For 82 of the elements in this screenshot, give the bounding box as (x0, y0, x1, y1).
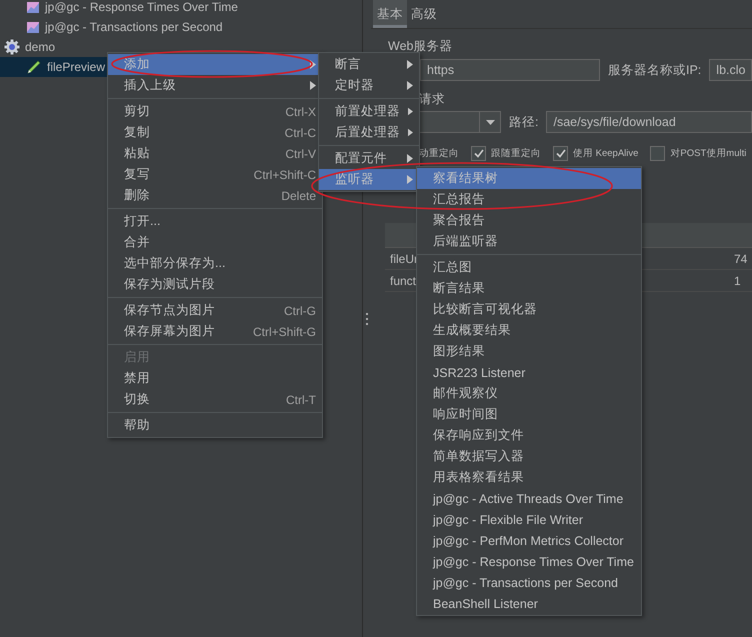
tree-item-label: demo (4, 39, 56, 55)
menu-item[interactable]: 剪切 Ctrl-X (108, 101, 322, 122)
checkbox-label: 跟随重定向 (491, 146, 541, 160)
checkmark-icon (474, 148, 484, 158)
table-cell-text: fileUr (389, 252, 420, 266)
tree-item-label: jp@gc - Transactions per Second (26, 20, 223, 34)
checkbox-label: 使用 KeepAlive (573, 146, 638, 160)
pencil-icon (26, 59, 42, 75)
menu-item[interactable]: 断言 (319, 54, 419, 75)
tree-row[interactable]: jp@gc - Response Times Over Time (0, 0, 362, 17)
tab[interactable]: 基本 (373, 0, 407, 28)
tree-row[interactable]: jp@gc - Transactions per Second (0, 17, 362, 37)
menu-item[interactable]: JSR223 Listener (417, 362, 641, 383)
menu-item[interactable]: 邮件观察仪 (417, 383, 641, 404)
menu-item[interactable]: 删除 Delete (108, 185, 322, 206)
menu-item[interactable]: 图形结果 (417, 341, 641, 362)
protocol-field[interactable]: https (420, 59, 600, 81)
submenu-arrow-icon (408, 107, 413, 116)
submenu-arrow-icon (310, 60, 316, 69)
checkbox[interactable] (553, 146, 568, 160)
checkbox[interactable] (650, 146, 666, 160)
table-cell-text: 1 (733, 274, 742, 288)
dropdown-caret-icon (486, 120, 494, 124)
splitter-grip-icon[interactable] (365, 312, 369, 326)
menu-item[interactable]: jp@gc - Active Threads Over Time (417, 488, 641, 509)
section-title: 请求 (419, 91, 445, 108)
chart-icon (26, 0, 40, 14)
menu-item[interactable]: 复制 Ctrl-C (108, 122, 322, 143)
menu-item[interactable]: jp@gc - Flexible File Writer (417, 509, 641, 530)
menu-item[interactable]: 用表格察看结果 (417, 467, 641, 488)
menu-item[interactable]: jp@gc - Response Times Over Time (417, 551, 641, 572)
submenu-arrow-icon (407, 154, 413, 163)
menu-item[interactable]: 聚合报告 (417, 210, 641, 231)
menu-item[interactable]: 保存屏幕为图片 Ctrl+Shift-G (108, 321, 322, 342)
field-label: 服务器名称或IP: (608, 62, 702, 78)
server-field[interactable]: lb.clo (709, 59, 752, 81)
tree-item-label: jp@gc - Response Times Over Time (26, 0, 238, 14)
tree-item-label: filePreview (26, 59, 106, 75)
menu-item[interactable]: 打开... (108, 211, 322, 232)
table-cell-text: 74 (733, 252, 748, 266)
menu-item[interactable]: 前置处理器 (319, 101, 419, 122)
checkmark-icon (556, 148, 566, 158)
menu-item[interactable]: 选中部分保存为... (108, 253, 322, 274)
submenu-arrow-icon (407, 60, 413, 69)
menu-item[interactable]: BeanShell Listener (417, 593, 641, 614)
menu-item[interactable]: 断言结果 (417, 278, 641, 299)
tab[interactable]: 高级 (407, 0, 441, 28)
menu-item[interactable]: 定时器 (319, 75, 419, 96)
gear-icon (4, 39, 20, 55)
menu-item[interactable]: 帮助 (108, 415, 322, 436)
field-label: 路径: (509, 114, 538, 130)
section-title: Web服务器 (388, 38, 452, 55)
checkbox-label: 对POST使用multi (670, 146, 746, 160)
menu-item[interactable]: jp@gc - Transactions per Second (417, 572, 641, 593)
menu-item[interactable]: 简单数据写入器 (417, 446, 641, 467)
path-field[interactable]: /sae/sys/file/download (546, 111, 752, 133)
menu-item[interactable]: 响应时间图 (417, 404, 641, 425)
menu-item[interactable]: 禁用 (108, 368, 322, 389)
chart-icon (26, 20, 40, 34)
checkbox[interactable] (471, 146, 486, 160)
submenu-arrow-icon (310, 81, 316, 90)
menu-item[interactable]: 切换 Ctrl-T (108, 389, 322, 410)
submenu-arrow-icon (407, 81, 413, 90)
menu-item[interactable]: 汇总图 (417, 257, 641, 278)
menu-item[interactable]: 保存响应到文件 (417, 425, 641, 446)
menu-item[interactable]: 后置处理器 (319, 122, 419, 143)
menu-item[interactable]: 保存为测试片段 (108, 274, 322, 295)
menu-item[interactable]: jp@gc - PerfMon Metrics Collector (417, 530, 641, 551)
option-label: 动重定向 (419, 146, 459, 160)
menu-item[interactable]: 合并 (108, 232, 322, 253)
tree-row[interactable]: demo (0, 37, 362, 57)
menu-item[interactable]: 后端监听器 (417, 231, 641, 252)
menu-item[interactable]: 配置元件 (319, 148, 419, 169)
submenu-arrow-icon (407, 175, 413, 184)
menu-item[interactable]: 汇总报告 (417, 189, 641, 210)
menu-item[interactable]: 比较断言可视化器 (417, 299, 641, 320)
menu-item[interactable]: 生成概要结果 (417, 320, 641, 341)
menu-item[interactable]: 粘贴 Ctrl-V (108, 143, 322, 164)
menu-item[interactable]: 插入上级 (108, 75, 322, 96)
menu-item[interactable]: 复写 Ctrl+Shift-C (108, 164, 322, 185)
submenu-arrow-icon (408, 128, 413, 137)
menu-item[interactable]: 保存节点为图片 Ctrl-G (108, 300, 322, 321)
